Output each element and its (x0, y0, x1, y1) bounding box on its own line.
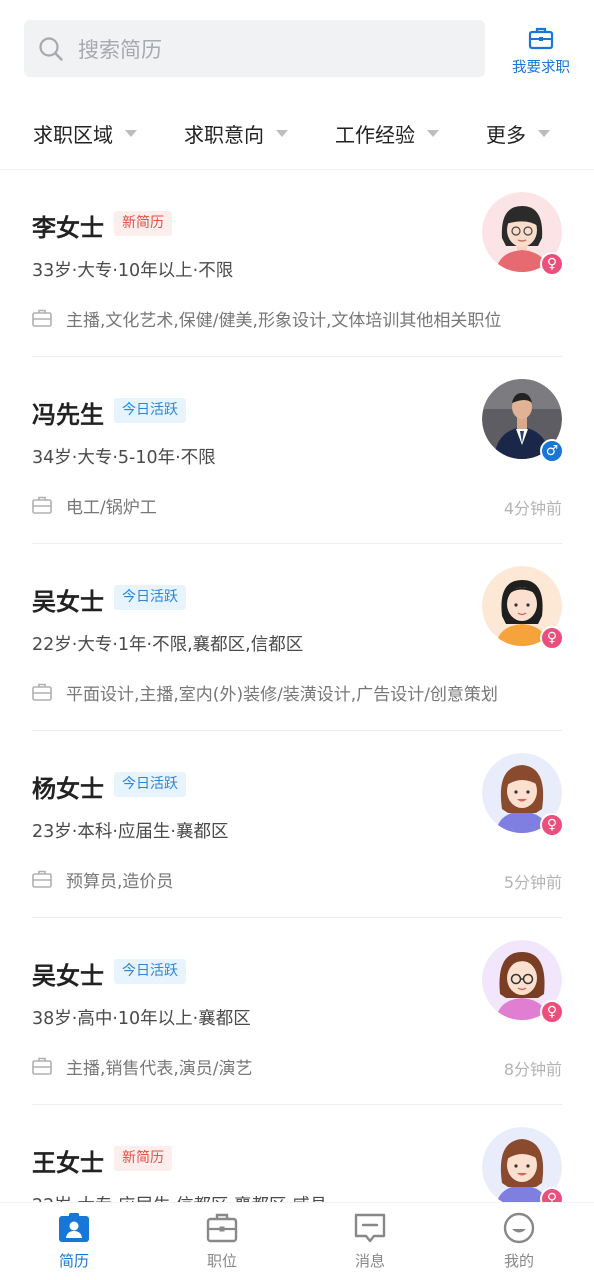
candidate-name: 王女士 (32, 1149, 104, 1177)
desired-jobs-text: 主播,文化艺术,保健/健美,形象设计,文体培训其他相关职位 (66, 310, 502, 331)
briefcase-icon (528, 27, 554, 50)
candidate-meta: 23岁·本科·应届生·襄都区 (32, 822, 229, 842)
filter-bar: 求职区域 求职意向 工作经验 更多 (0, 100, 594, 170)
nav-label: 简历 (58, 1252, 89, 1270)
filter-region[interactable]: 求职区域 (33, 118, 137, 148)
avatar: ♀ (482, 566, 564, 650)
avatar: ♀ (482, 1127, 564, 1211)
female-gender-icon: ♀ (540, 626, 564, 650)
filter-more[interactable]: 更多 (486, 118, 550, 148)
resume-card[interactable]: 李女士 新简历 33岁·大专·10年以上·不限 主播,文化艺术,保健/健美,形象… (32, 170, 564, 357)
resume-icon (59, 1213, 89, 1242)
briefcase-icon (32, 683, 52, 701)
briefcase-icon (32, 496, 52, 514)
candidate-meta: 33岁·大专·10年以上·不限 (32, 261, 234, 281)
nav-messages[interactable]: 消息 (320, 1211, 420, 1277)
resume-card[interactable]: 吴女士 今日活跃 38岁·高中·10年以上·襄都区 主播,销售代表,演员/演艺 … (32, 918, 564, 1105)
filter-experience[interactable]: 工作经验 (335, 118, 439, 148)
status-badge: 今日活跃 (114, 585, 186, 610)
message-icon (354, 1213, 386, 1243)
caret-down-icon (538, 129, 550, 137)
desired-jobs: 预算员,造价员 (32, 865, 542, 893)
search-input[interactable]: 搜索简历 (24, 20, 485, 77)
filter-label: 求职区域 (33, 122, 113, 147)
status-badge: 今日活跃 (114, 959, 186, 984)
top-bar: 搜索简历 我要求职 (0, 0, 594, 100)
resume-card[interactable]: 吴女士 今日活跃 22岁·大专·1年·不限,襄都区,信都区 平面设计,主播,室内… (32, 544, 564, 731)
briefcase-icon (32, 870, 52, 888)
candidate-meta: 38岁·高中·10年以上·襄都区 (32, 1009, 251, 1029)
desired-jobs: 主播,文化艺术,保健/健美,形象设计,文体培训其他相关职位 (32, 304, 542, 332)
desired-jobs-text: 电工/锅炉工 (66, 497, 157, 518)
job-seek-label: 我要求职 (512, 60, 570, 76)
female-gender-icon: ♀ (540, 252, 564, 276)
resume-card[interactable]: 杨女士 今日活跃 23岁·本科·应届生·襄都区 预算员,造价员 5分钟前 ♀ (32, 731, 564, 918)
nav-label: 消息 (354, 1252, 385, 1270)
briefcase-icon (32, 1057, 52, 1075)
avatar: ♂ (482, 379, 564, 463)
desired-jobs: 主播,销售代表,演员/演艺 (32, 1052, 542, 1080)
filter-label: 更多 (486, 122, 526, 147)
bottom-nav: 简历 职位 消息 我的 (0, 1202, 594, 1280)
caret-down-icon (276, 129, 288, 137)
candidate-name: 冯先生 (32, 401, 104, 429)
candidate-name: 李女士 (32, 214, 104, 242)
desired-jobs: 平面设计,主播,室内(外)装修/装潢设计,广告设计/创意策划 (32, 678, 542, 706)
caret-down-icon (427, 129, 439, 137)
status-badge: 新简历 (114, 1146, 172, 1171)
resume-card[interactable]: 冯先生 今日活跃 34岁·大专·5-10年·不限 电工/锅炉工 4分钟前 ♂ (32, 357, 564, 544)
female-gender-icon: ♀ (540, 1000, 564, 1024)
search-icon (39, 36, 63, 61)
avatar: ♀ (482, 940, 564, 1024)
nav-label: 我的 (503, 1252, 534, 1270)
desired-jobs-text: 主播,销售代表,演员/演艺 (66, 1058, 253, 1079)
female-gender-icon: ♀ (540, 813, 564, 837)
filter-label: 求职意向 (184, 122, 264, 147)
candidate-meta: 34岁·大专·5-10年·不限 (32, 448, 216, 468)
last-active-time: 5分钟前 (503, 873, 562, 892)
candidate-name: 吴女士 (32, 962, 104, 990)
nav-resume[interactable]: 简历 (24, 1211, 124, 1277)
desired-jobs: 电工/锅炉工 (32, 491, 542, 519)
filter-label: 工作经验 (335, 122, 415, 147)
avatar: ♀ (482, 192, 564, 276)
nav-jobs[interactable]: 职位 (172, 1211, 272, 1277)
app-root: 搜索简历 我要求职 求职区域 求职意向 工作经验 更多 李女士 新简历 33岁·… (0, 0, 594, 1280)
status-badge: 新简历 (114, 211, 172, 236)
nav-label: 职位 (206, 1252, 237, 1270)
briefcase-icon (206, 1213, 238, 1243)
candidate-name: 吴女士 (32, 588, 104, 616)
status-badge: 今日活跃 (114, 772, 186, 797)
nav-profile[interactable]: 我的 (469, 1211, 569, 1277)
candidate-name: 杨女士 (32, 775, 104, 803)
briefcase-icon (32, 309, 52, 327)
candidate-meta: 22岁·大专·1年·不限,襄都区,信都区 (32, 635, 304, 655)
status-badge: 今日活跃 (114, 398, 186, 423)
filter-intention[interactable]: 求职意向 (184, 118, 288, 148)
profile-icon (503, 1212, 535, 1244)
desired-jobs-text: 预算员,造价员 (66, 871, 174, 892)
job-seek-button[interactable]: 我要求职 (505, 22, 577, 82)
male-gender-icon: ♂ (540, 439, 564, 463)
desired-jobs-text: 平面设计,主播,室内(外)装修/装潢设计,广告设计/创意策划 (66, 684, 498, 705)
avatar: ♀ (482, 753, 564, 837)
last-active-time: 4分钟前 (503, 499, 562, 518)
search-placeholder: 搜索简历 (78, 37, 162, 62)
caret-down-icon (125, 129, 137, 137)
last-active-time: 8分钟前 (503, 1060, 562, 1079)
